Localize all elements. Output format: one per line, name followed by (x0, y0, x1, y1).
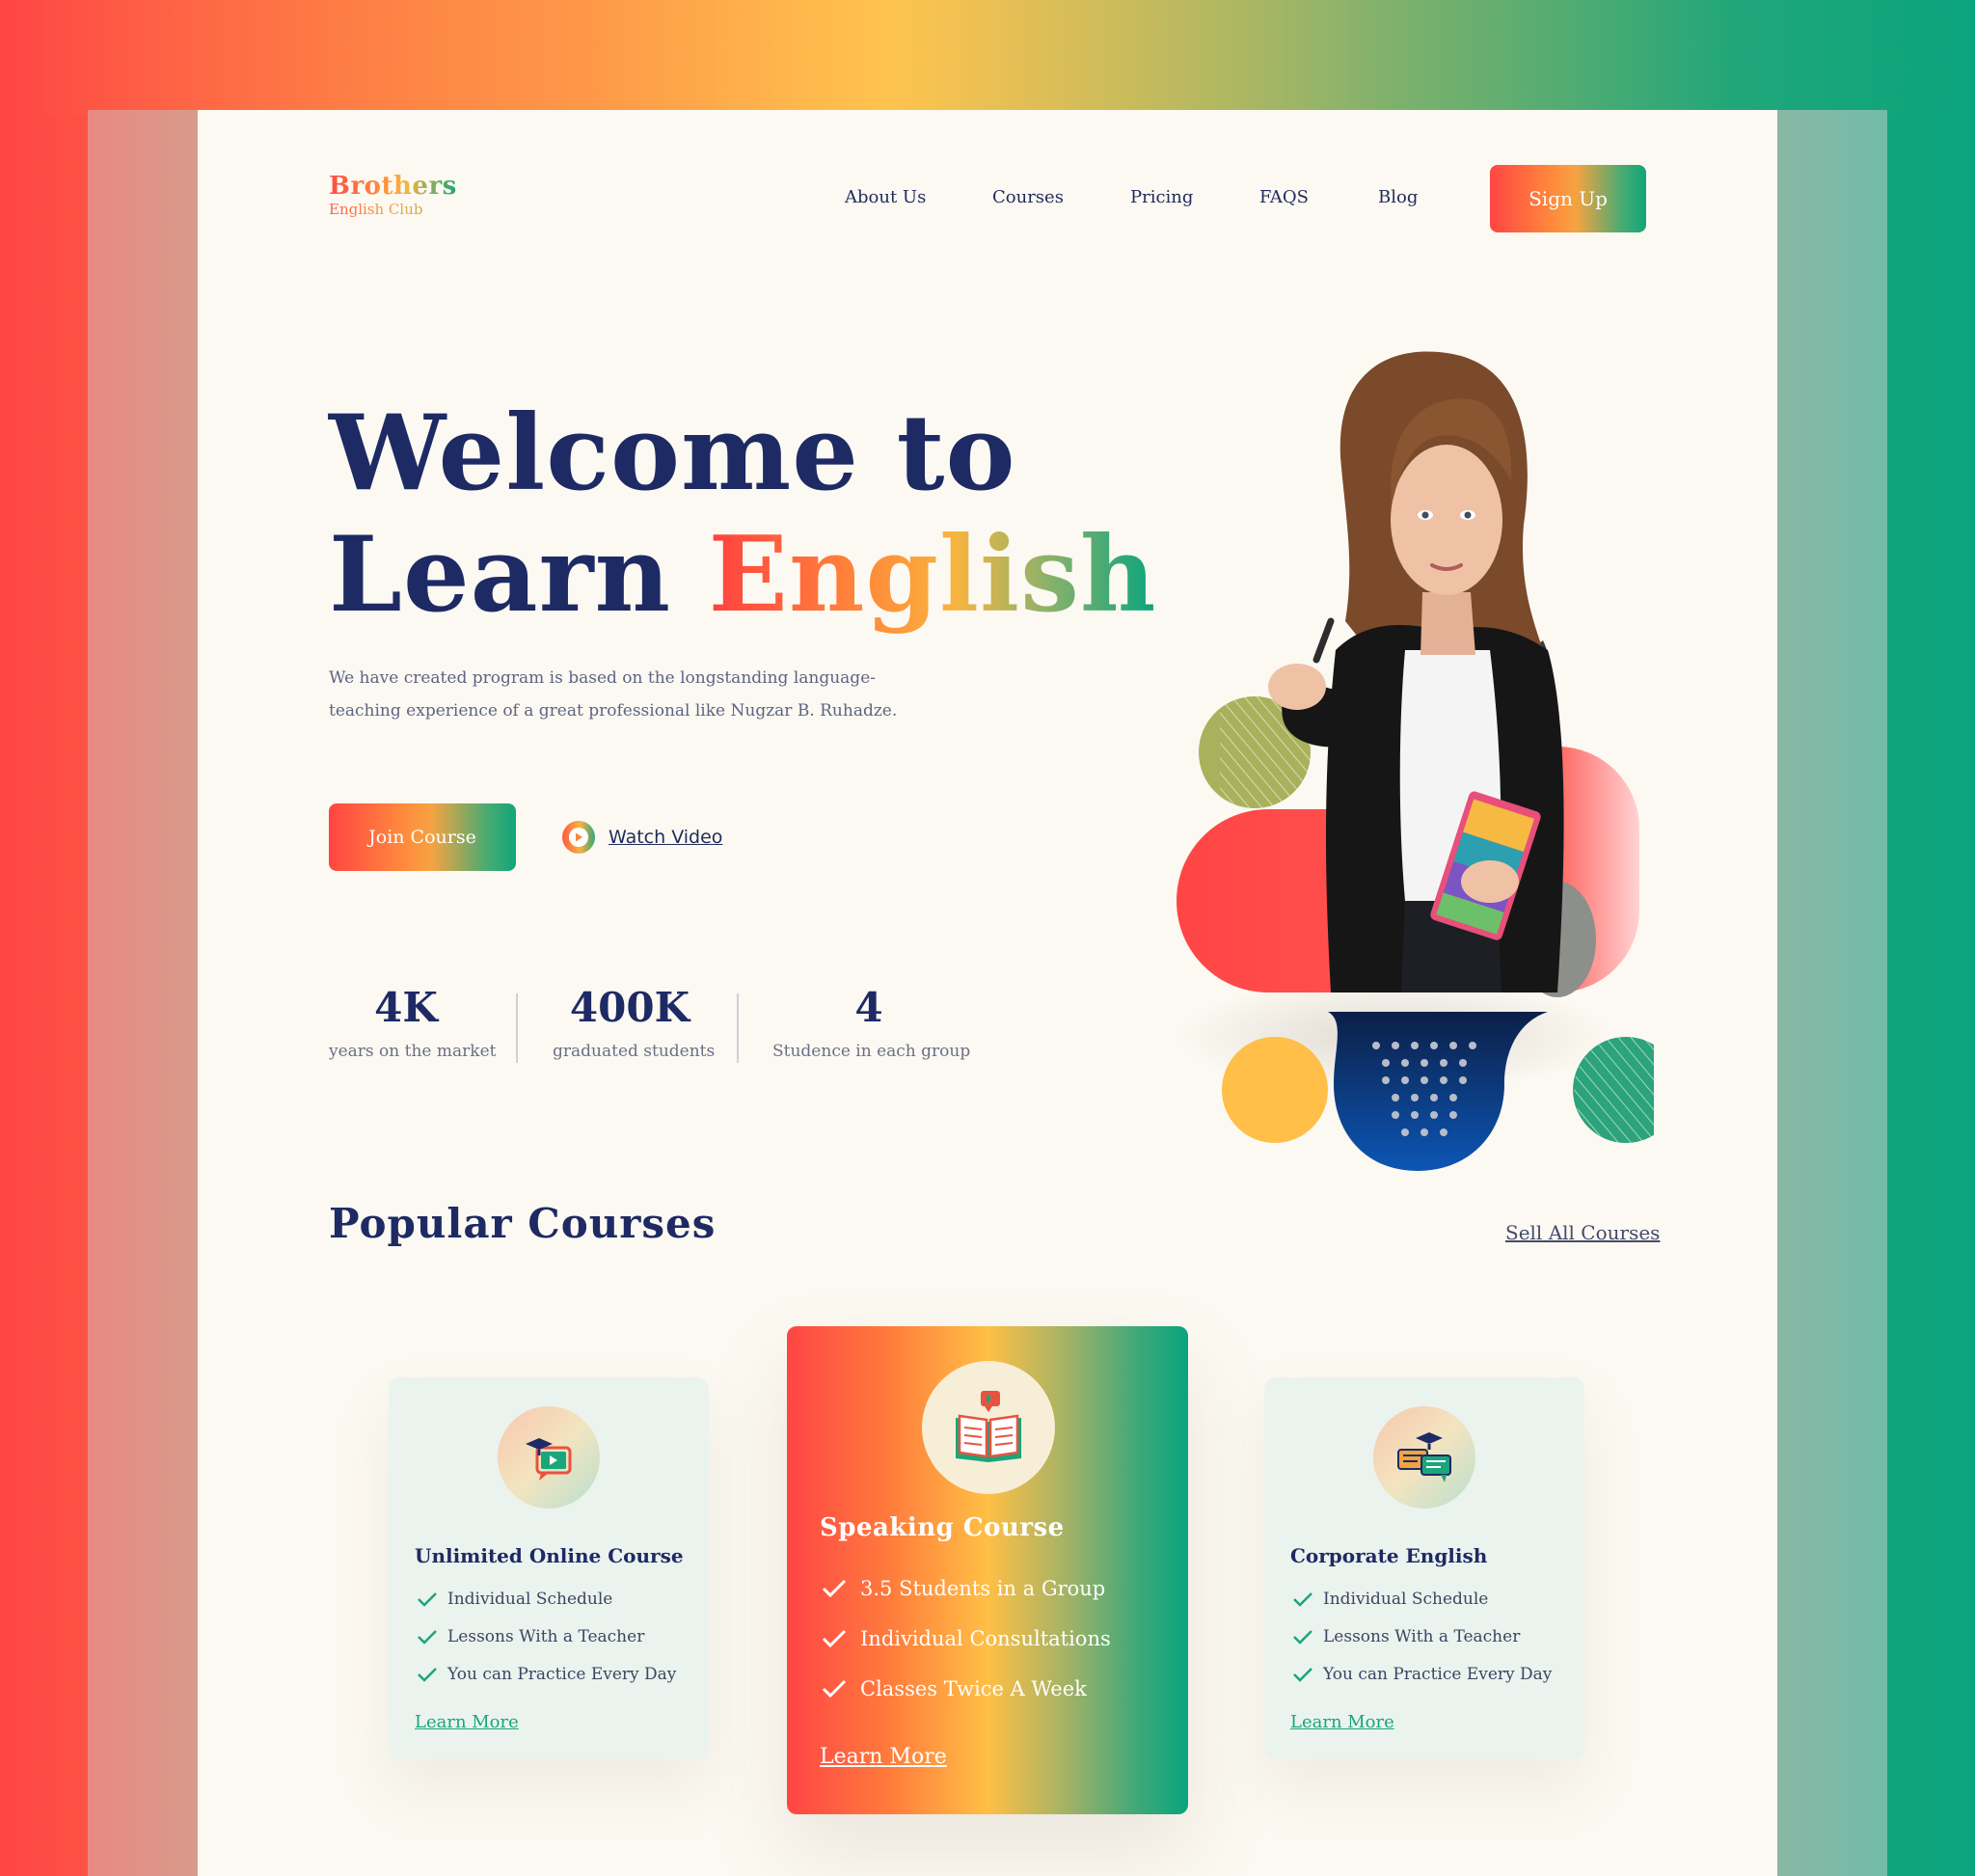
course-title: Corporate English (1290, 1544, 1488, 1567)
course-card-speaking[interactable]: Speaking Course 3.5 Students in a Group … (787, 1326, 1188, 1814)
stat-value: 4 (854, 984, 883, 1031)
course-feature: Individual Schedule (417, 1590, 612, 1609)
check-icon (418, 1630, 437, 1645)
stat-graduates: 400K graduated students (553, 984, 716, 1061)
stat-divider (737, 993, 739, 1063)
learn-more-link[interactable]: Learn More (1290, 1712, 1394, 1732)
check-icon (1293, 1668, 1312, 1682)
nav-link-blog[interactable]: Blog (1378, 187, 1418, 207)
stat-divider (516, 993, 518, 1063)
hero-illustration (1177, 351, 1654, 1171)
course-title: Speaking Course (820, 1513, 1065, 1542)
check-icon (418, 1592, 437, 1607)
play-icon (562, 821, 595, 854)
open-book-icon (922, 1361, 1055, 1494)
course-title: Unlimited Online Course (415, 1544, 684, 1567)
stat-label: years on the market (329, 1042, 497, 1061)
check-icon (418, 1668, 437, 1682)
check-icon (822, 1629, 847, 1648)
check-icon (822, 1679, 847, 1699)
brand-tagline: English Club (329, 201, 457, 218)
course-feature: You can Practice Every Day (417, 1665, 676, 1684)
course-feature: Individual Consultations (822, 1627, 1111, 1650)
check-icon (1293, 1630, 1312, 1645)
hero-title-line-1: Welcome to (329, 393, 1016, 514)
hero-description: We have created program is based on the … (329, 668, 898, 720)
stat-value: 4K (374, 984, 438, 1031)
landing-page: Brothers English Club About Us Courses P… (198, 110, 1777, 1876)
stat-label: graduated students (553, 1042, 716, 1061)
popular-courses-title: Popular Courses (329, 1200, 717, 1247)
check-icon (822, 1579, 847, 1598)
nav-link-courses[interactable]: Courses (992, 187, 1064, 207)
stat-label: Studence in each group (772, 1042, 971, 1061)
nav-link-faqs[interactable]: FAQS (1259, 187, 1309, 207)
nav-link-about-us[interactable]: About Us (845, 187, 926, 207)
course-feature: Classes Twice A Week (822, 1677, 1087, 1700)
course-feature: You can Practice Every Day (1292, 1665, 1552, 1684)
see-all-courses-link[interactable]: Sell All Courses (1505, 1221, 1660, 1244)
nav-link-pricing[interactable]: Pricing (1130, 187, 1193, 207)
course-feature: Lessons With a Teacher (417, 1627, 644, 1646)
stat-value: 400K (569, 984, 690, 1031)
course-feature: Individual Schedule (1292, 1590, 1488, 1609)
hero-title-plain: Learn (329, 514, 709, 636)
brand-name: Brothers (329, 172, 457, 201)
course-card-corporate-english[interactable]: Corporate English Individual Schedule Le… (1264, 1377, 1584, 1759)
stat-group-size: 4 Studence in each group (772, 984, 971, 1061)
sign-up-button[interactable]: Sign Up (1490, 165, 1646, 232)
video-course-icon (498, 1406, 600, 1509)
watch-video-label: Watch Video (609, 827, 723, 848)
course-feature: 3.5 Students in a Group (822, 1577, 1105, 1600)
hero-title-line-2: Learn English (329, 517, 1156, 633)
background-gradient (0, 0, 1975, 116)
learn-more-link[interactable]: Learn More (415, 1712, 519, 1732)
check-icon (1293, 1592, 1312, 1607)
brand-logo[interactable]: Brothers English Club (329, 172, 457, 218)
course-card-unlimited-online[interactable]: Unlimited Online Course Individual Sched… (389, 1377, 709, 1759)
stat-years: 4K years on the market (329, 984, 497, 1061)
learn-more-link[interactable]: Learn More (820, 1745, 947, 1769)
chat-graduation-icon (1373, 1406, 1475, 1509)
course-feature: Lessons With a Teacher (1292, 1627, 1520, 1646)
join-course-button[interactable]: Join Course (329, 803, 516, 871)
watch-video-link[interactable]: Watch Video (562, 821, 722, 854)
hero-title-accent: English (708, 514, 1157, 636)
